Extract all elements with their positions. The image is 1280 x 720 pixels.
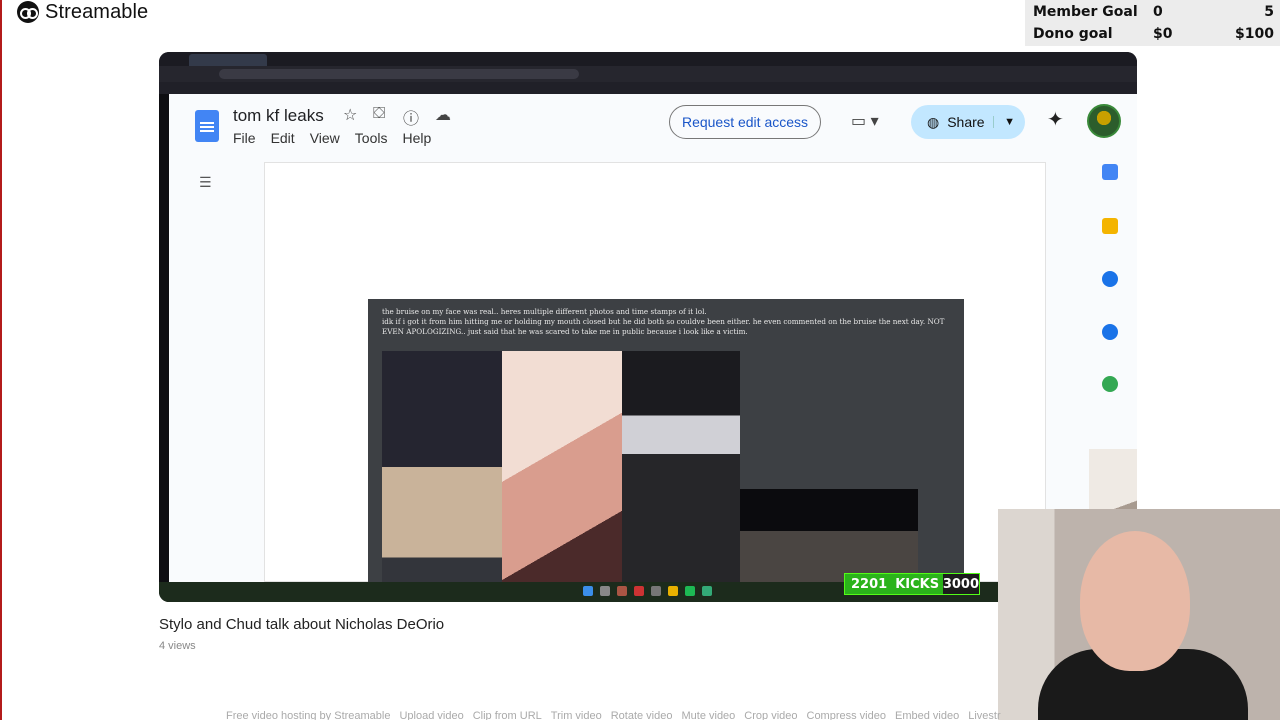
doc-title: tom kf leaks: [233, 106, 324, 125]
footer-link[interactable]: Free video hosting by Streamable: [226, 710, 390, 720]
doc-toolbar: tom kf leaks ☆ ⛋ ⓘ ☁ File Edit View Tool…: [169, 94, 1137, 150]
contacts-icon: [1102, 324, 1118, 340]
share-label: Share: [947, 114, 985, 130]
app-icon: [651, 586, 661, 596]
bookmarks-bar: [159, 82, 1137, 94]
keep-icon: [1102, 218, 1118, 234]
goal-target: $100: [1235, 26, 1274, 42]
footer-link[interactable]: Compress video: [807, 710, 886, 720]
browser-tab: [189, 54, 267, 66]
app-icon: [702, 586, 712, 596]
kicks-progress: 2201 KICKS: [845, 574, 943, 594]
streamable-logo-icon: [17, 1, 39, 23]
menu-view: View: [309, 130, 340, 146]
footer-link[interactable]: Embed video: [895, 710, 959, 720]
photo: [502, 351, 622, 602]
view-count: 4 views: [159, 640, 196, 652]
photo: [382, 351, 502, 602]
kicks-goal: 3000: [942, 576, 979, 592]
windows-icon: [583, 586, 593, 596]
footer-link[interactable]: Upload video: [399, 710, 463, 720]
browser-tab-strip: [159, 52, 1137, 66]
move-icon: ⛋: [373, 105, 386, 122]
embedded-screenshot: the bruise on my face was real.. heres m…: [368, 299, 964, 602]
video-player[interactable]: tom kf leaks ☆ ⛋ ⓘ ☁ File Edit View Tool…: [159, 52, 1137, 602]
footer-links: Free video hosting by Streamable Upload v…: [226, 710, 1001, 720]
footer-link[interactable]: Clip from URL: [473, 710, 542, 720]
kicks-goal-bar: 2201 KICKS 3000: [844, 573, 980, 595]
streamable-logo[interactable]: Streamable: [17, 0, 148, 24]
video-title: Stylo and Chud talk about Nicholas DeOri…: [159, 616, 445, 633]
globe-icon: ◍: [927, 113, 940, 130]
photo: [622, 351, 740, 602]
star-icon: ☆: [343, 107, 358, 124]
app-icon: [617, 586, 627, 596]
menu-file: File: [233, 130, 256, 146]
goal-name: Dono goal: [1033, 26, 1113, 42]
tasks-icon: [1102, 271, 1118, 287]
cloud-icon: ☁: [435, 107, 451, 124]
footer-link[interactable]: Trim video: [551, 710, 602, 720]
taskbar-icons: [583, 586, 712, 596]
doc-menu: File Edit View Tools Help: [233, 130, 431, 146]
footer-link[interactable]: Mute video: [681, 710, 735, 720]
embed-text-line: idk if i got it from him hitting me or h…: [382, 317, 945, 336]
page: Streamable Member Goal 0 5 Dono goal $0 …: [0, 0, 1280, 720]
search-icon: [600, 586, 610, 596]
dono-goal-row: Dono goal $0 $100: [1033, 23, 1274, 45]
kicks-label: KICKS: [895, 576, 940, 592]
meet-icon: ▭ ▾: [851, 113, 879, 130]
embed-text-line: the bruise on my face was real.. heres m…: [382, 307, 707, 316]
footer-link[interactable]: Livestr: [968, 710, 1000, 720]
goals-overlay: Member Goal 0 5 Dono goal $0 $100: [1025, 0, 1280, 46]
goal-target: 5: [1264, 4, 1274, 20]
maps-icon: [1102, 376, 1118, 392]
request-edit-access-button: Request edit access: [669, 105, 821, 139]
taskbar: [159, 582, 1137, 602]
member-goal-row: Member Goal 0 5: [1033, 1, 1274, 23]
chevron-down-icon: ▼: [993, 116, 1015, 128]
goal-current: 0: [1153, 4, 1163, 20]
reactor-webcam: [998, 509, 1280, 720]
goal-name: Member Goal: [1033, 4, 1138, 20]
kicks-current: 2201: [851, 576, 888, 592]
docs-icon: [195, 110, 219, 142]
face: [1080, 531, 1190, 671]
menu-tools: Tools: [354, 130, 388, 146]
outline-icon: ☰: [199, 174, 212, 190]
menu-edit: Edit: [270, 130, 295, 146]
info-icon: ⓘ: [403, 111, 420, 128]
url-box: [219, 69, 579, 79]
brand-name: Streamable: [45, 0, 149, 23]
google-doc: tom kf leaks ☆ ⛋ ⓘ ☁ File Edit View Tool…: [169, 94, 1137, 602]
footer-link[interactable]: Rotate video: [611, 710, 673, 720]
embed-text: the bruise on my face was real.. heres m…: [382, 307, 957, 337]
goal-current: $0: [1153, 26, 1173, 42]
calendar-icon: [1102, 164, 1118, 180]
menu-help: Help: [402, 130, 432, 146]
browser-address-bar: [159, 66, 1137, 82]
window-edge: [0, 0, 2, 720]
spotify-icon: [685, 586, 695, 596]
gemini-icon: ✦: [1047, 109, 1064, 131]
app-icon: [634, 586, 644, 596]
share-button: ◍ Share ▼: [911, 105, 1025, 139]
folder-icon: [668, 586, 678, 596]
footer-link[interactable]: Crop video: [744, 710, 797, 720]
avatar: [1087, 104, 1121, 138]
